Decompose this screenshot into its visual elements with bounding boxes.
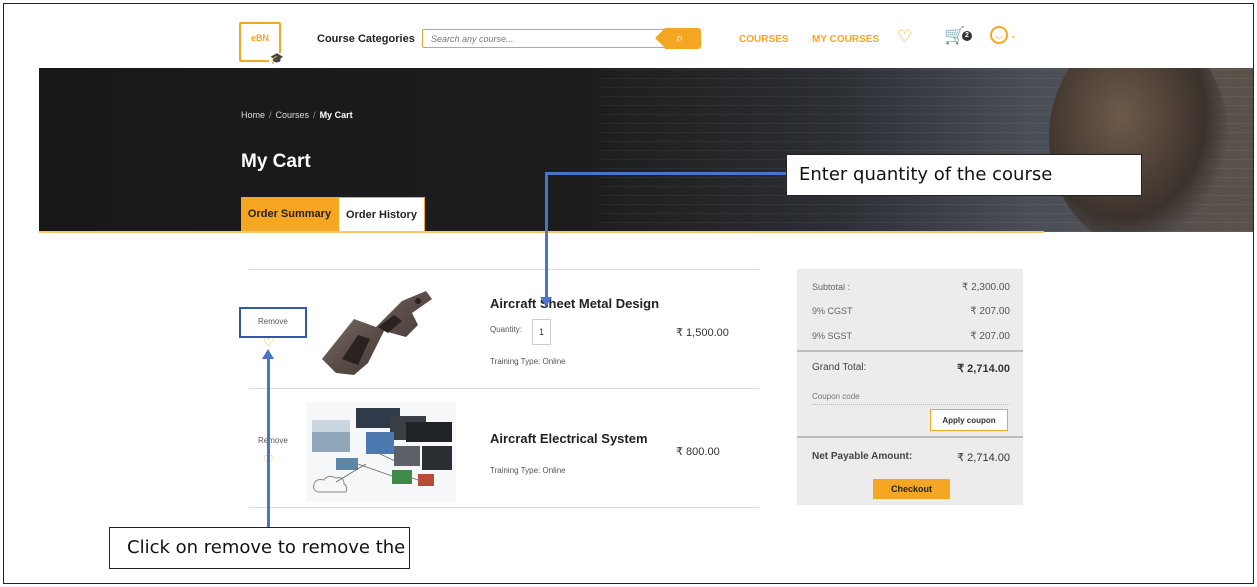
hero-banner: Home / Courses / My Cart My Cart Order Summa…: [39, 68, 1253, 232]
cart-count-badge: 2: [962, 31, 972, 41]
graduation-cap-icon: 🎓: [269, 53, 285, 66]
course-image-sheet-metal: [322, 291, 432, 375]
sgst-value: ₹ 207.00: [970, 331, 1010, 342]
nav-courses-link[interactable]: COURSES: [739, 34, 788, 45]
coupon-code-input[interactable]: [812, 389, 1010, 405]
breadcrumb-separator: /: [313, 110, 316, 120]
nav-my-courses-link[interactable]: MY COURSES: [812, 34, 879, 45]
annotation-line: [545, 172, 548, 298]
subtotal-value: ₹ 2,300.00: [961, 282, 1010, 293]
remove-callout: Click on remove to remove the courses: [109, 527, 410, 583]
wishlist-heart-icon[interactable]: ♡: [897, 27, 912, 47]
quantity-label: Quantity:: [490, 325, 523, 334]
grand-total-row: Grand Total: ₹ 2,714.00: [812, 362, 1010, 375]
page-title: My Cart: [241, 151, 311, 172]
user-avatar-icon[interactable]: ◡: [990, 26, 1008, 44]
divider: [797, 436, 1023, 438]
search-button[interactable]: ⌕: [665, 28, 701, 49]
grand-total-label: Grand Total:: [812, 362, 867, 373]
breadcrumb-courses[interactable]: Courses: [276, 110, 310, 120]
cgst-label: 9% CGST: [812, 306, 853, 316]
course-image-electrical-system: [306, 402, 456, 502]
net-payable-value: ₹ 2,714.00: [957, 452, 1010, 464]
search-input[interactable]: [422, 29, 666, 48]
remove-link[interactable]: Remove: [258, 436, 288, 445]
arrow-down-icon: [540, 297, 552, 307]
apply-coupon-button[interactable]: Apply coupon: [930, 409, 1008, 431]
sgst-row: 9% SGST ₹ 207.00: [812, 331, 1010, 342]
cgst-value: ₹ 207.00: [970, 306, 1010, 317]
course-title[interactable]: Aircraft Sheet Metal Design: [490, 296, 659, 311]
item-price: ₹ 1,500.00: [676, 327, 729, 339]
annotation-line: [267, 359, 270, 527]
breadcrumb-home[interactable]: Home: [241, 110, 265, 120]
order-summary-panel: Subtotal : ₹ 2,300.00 9% CGST ₹ 207.00 9…: [797, 269, 1023, 505]
annotation-line: [545, 172, 786, 175]
training-type: Training Type: Online: [490, 466, 566, 475]
logo-text: eBN: [250, 33, 269, 43]
quantity-callout: Enter quantity of the course: [786, 154, 1142, 196]
tab-order-summary[interactable]: Order Summary: [241, 197, 338, 232]
divider: [249, 507, 759, 508]
subtotal-row: Subtotal : ₹ 2,300.00: [812, 282, 1010, 293]
net-payable-row: Net Payable Amount: ₹ 2,714.00: [812, 451, 1010, 464]
breadcrumb-current: My Cart: [319, 110, 353, 120]
sgst-label: 9% SGST: [812, 331, 853, 341]
cgst-row: 9% CGST ₹ 207.00: [812, 306, 1010, 317]
hero-background-person: [1049, 68, 1229, 232]
breadcrumb-separator: /: [269, 110, 272, 120]
divider: [249, 269, 759, 270]
divider: [797, 350, 1023, 352]
tab-order-history[interactable]: Order History: [338, 197, 425, 232]
subtotal-label: Subtotal :: [812, 282, 851, 292]
training-type: Training Type: Online: [490, 357, 566, 366]
search-icon: ⌕: [676, 30, 684, 45]
quantity-input[interactable]: 1: [532, 319, 551, 345]
remove-highlight-box: [239, 307, 307, 338]
net-payable-label: Net Payable Amount:: [812, 451, 913, 462]
checkout-button[interactable]: Checkout: [873, 479, 950, 499]
top-navigation: eBN 🎓 Course Categories ⌕ COURSES MY COU…: [4, 4, 1253, 68]
arrow-up-icon: [262, 349, 274, 359]
course-title[interactable]: Aircraft Electrical System: [490, 431, 648, 446]
divider: [249, 388, 759, 389]
grand-total-value: ₹ 2,714.00: [957, 363, 1010, 375]
chevron-down-icon[interactable]: ⌄: [1010, 31, 1017, 40]
hero-bottom-line: [39, 231, 1044, 233]
item-price: ₹ 800.00: [676, 446, 720, 458]
breadcrumb: Home / Courses / My Cart: [241, 110, 353, 120]
course-categories-menu[interactable]: Course Categories: [317, 33, 415, 45]
screenshot-frame: eBN 🎓 Course Categories ⌕ COURSES MY COU…: [3, 3, 1254, 584]
logo[interactable]: eBN 🎓: [239, 22, 285, 66]
